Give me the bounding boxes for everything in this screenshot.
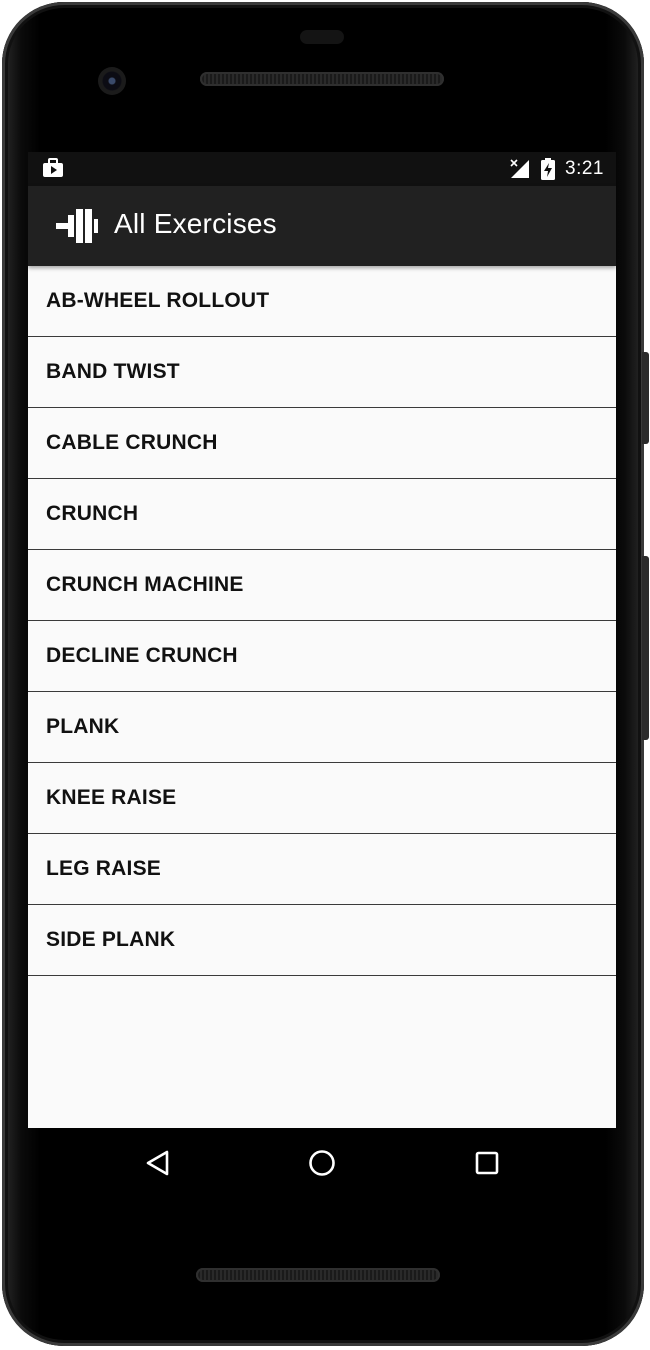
- bottom-speaker: [196, 1268, 440, 1282]
- work-profile-icon: [43, 158, 63, 177]
- power-button[interactable]: [642, 352, 649, 444]
- page-title: All Exercises: [114, 208, 277, 239]
- exercise-name: CRUNCH: [46, 502, 139, 525]
- signal-off-icon: [510, 159, 530, 178]
- list-item[interactable]: CRUNCH: [28, 479, 616, 550]
- exercise-list: AB-WHEEL ROLLOUT BAND TWIST CABLE CRUNCH CR…: [28, 266, 616, 976]
- navigation-bar: [0, 1128, 646, 1198]
- proximity-sensor: [300, 30, 344, 44]
- exercise-name: SIDE PLANK: [46, 928, 176, 951]
- list-item[interactable]: BAND TWIST: [28, 337, 616, 408]
- exercise-name: PLANK: [46, 715, 120, 738]
- app-bar: All Exercises: [28, 186, 616, 266]
- exercise-name: CABLE CRUNCH: [46, 431, 218, 454]
- battery-charging-icon: [541, 158, 556, 180]
- status-time: 3:21: [565, 158, 604, 179]
- dumbbell-icon: [56, 209, 98, 243]
- exercise-name: KNEE RAISE: [46, 786, 177, 809]
- list-item[interactable]: LEG RAISE: [28, 834, 616, 905]
- exercise-name: LEG RAISE: [46, 857, 161, 880]
- list-item[interactable]: PLANK: [28, 692, 616, 763]
- earpiece-speaker: [200, 72, 444, 86]
- list-item[interactable]: DECLINE CRUNCH: [28, 621, 616, 692]
- front-camera: [98, 67, 126, 95]
- status-icons: 3:21: [509, 152, 604, 186]
- list-item[interactable]: SIDE PLANK: [28, 905, 616, 976]
- list-item[interactable]: KNEE RAISE: [28, 763, 616, 834]
- status-bar: 3:21: [28, 152, 616, 186]
- exercise-name: CRUNCH MACHINE: [46, 573, 244, 596]
- exercise-name: BAND TWIST: [46, 360, 180, 383]
- volume-button[interactable]: [642, 556, 649, 740]
- back-icon[interactable]: [142, 1146, 176, 1180]
- list-item[interactable]: CABLE CRUNCH: [28, 408, 616, 479]
- list-item[interactable]: AB-WHEEL ROLLOUT: [28, 266, 616, 337]
- list-item[interactable]: CRUNCH MACHINE: [28, 550, 616, 621]
- exercise-name: DECLINE CRUNCH: [46, 644, 238, 667]
- home-icon[interactable]: [305, 1146, 339, 1180]
- screen: 3:21 All Exercises AB-WHEEL ROLLOUT BAND …: [28, 152, 616, 1128]
- recents-icon[interactable]: [470, 1146, 504, 1180]
- exercise-name: AB-WHEEL ROLLOUT: [46, 289, 270, 312]
